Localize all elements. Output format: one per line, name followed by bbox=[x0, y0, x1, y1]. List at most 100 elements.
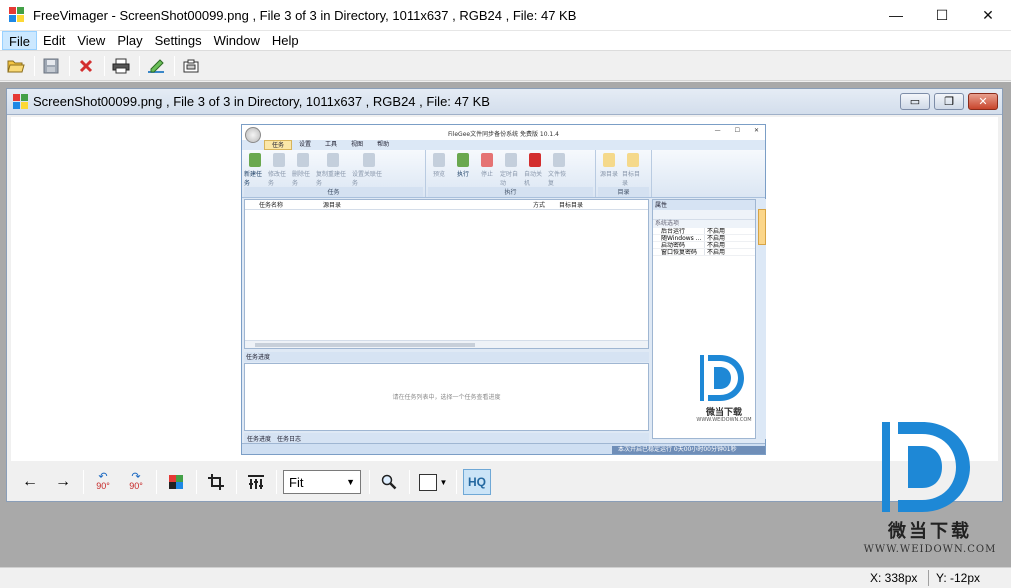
toolbar-separator bbox=[69, 56, 70, 76]
shot-ribbon-item: 预览 bbox=[428, 153, 450, 187]
child-window-title: ScreenShot00099.png , File 3 of 3 in Dir… bbox=[33, 94, 490, 109]
shot-tab: 视图 bbox=[351, 141, 364, 148]
shot-tab: 工具 bbox=[325, 141, 338, 148]
window-title: FreeVimager - ScreenShot00099.png , File… bbox=[33, 7, 577, 23]
close-button[interactable]: ✕ bbox=[965, 0, 1011, 31]
cursor-x-readout: X: 338px bbox=[870, 571, 918, 585]
shot-ribbon-item: 停止 bbox=[476, 153, 498, 187]
menu-window[interactable]: Window bbox=[208, 31, 266, 50]
shot-ribbon-item: 目标目录 bbox=[622, 153, 644, 187]
shot-ribbon: 新建任务 修改任务 删除任务 复制重建任务 设置关联任务 任务 预览 执行 停止 bbox=[242, 150, 765, 198]
color-adjust-icon[interactable] bbox=[163, 469, 189, 495]
rotate-ccw-button[interactable]: ↶ 90° bbox=[90, 469, 116, 495]
image-canvas[interactable]: FileGee文件同步备份系统 免费版 10.1.4 — ☐ ✕ 任务 设置 工具 … bbox=[11, 117, 998, 461]
shot-bottom-tab: 任务进度 bbox=[247, 436, 272, 443]
next-image-button[interactable]: → bbox=[50, 469, 76, 495]
toolbar-separator bbox=[196, 470, 197, 494]
zoom-value: Fit bbox=[289, 474, 304, 490]
child-app-icon bbox=[13, 93, 29, 110]
levels-icon[interactable] bbox=[243, 469, 269, 495]
displayed-image: FileGee文件同步备份系统 免费版 10.1.4 — ☐ ✕ 任务 设置 工具 … bbox=[241, 124, 766, 455]
shot-ribbon-item: 自动关机 bbox=[524, 153, 546, 187]
menu-bar: File Edit View Play Settings Window Help bbox=[0, 31, 1011, 51]
shot-props-row: 启动密码 不启用 bbox=[653, 242, 755, 249]
menu-settings[interactable]: Settings bbox=[149, 31, 208, 50]
watermark-name: 微当下载 bbox=[888, 521, 972, 542]
menu-play[interactable]: Play bbox=[111, 31, 148, 50]
rotate-ccw-label: 90° bbox=[96, 481, 110, 491]
print-icon[interactable] bbox=[109, 55, 133, 77]
shot-group-label: 执行 bbox=[428, 187, 593, 197]
hq-toggle[interactable]: HQ bbox=[463, 469, 491, 495]
shot-props-title: 属性 bbox=[653, 200, 755, 210]
child-restore-button[interactable]: ❐ bbox=[934, 93, 964, 110]
edit-icon[interactable] bbox=[144, 55, 168, 77]
chevron-down-icon: ▼ bbox=[439, 477, 448, 487]
shot-title-bar: FileGee文件同步备份系统 免费版 10.1.4 — ☐ ✕ bbox=[242, 125, 765, 143]
shot-status-bar: 本次开启已稳定运行 0天00小时00分钟01秒 bbox=[242, 443, 765, 454]
shot-status-text: 本次开启已稳定运行 0天00小时00分钟01秒 bbox=[612, 446, 765, 454]
menu-edit[interactable]: Edit bbox=[37, 31, 71, 50]
chevron-down-icon: ▼ bbox=[346, 477, 355, 487]
menu-help[interactable]: Help bbox=[266, 31, 305, 50]
toolbar-separator bbox=[139, 56, 140, 76]
shot-ribbon-tabs: 任务 设置 工具 视图 帮助 bbox=[242, 140, 765, 150]
shot-props-category: 系统选项 bbox=[653, 220, 755, 228]
maximize-button[interactable]: ☐ bbox=[919, 0, 965, 31]
shot-tab: 任务 bbox=[264, 140, 293, 150]
toolbar-separator bbox=[174, 56, 175, 76]
shot-props-row: 随Windows ... 不启用 bbox=[653, 235, 755, 242]
rotate-cw-button[interactable]: ↷ 90° bbox=[123, 469, 149, 495]
save-icon[interactable] bbox=[39, 55, 63, 77]
zoom-select[interactable]: Fit ▼ bbox=[283, 470, 361, 494]
child-close-button[interactable]: ✕ bbox=[968, 93, 998, 110]
toolbar-separator bbox=[34, 56, 35, 76]
delete-icon[interactable] bbox=[74, 55, 98, 77]
capture-icon[interactable] bbox=[179, 55, 203, 77]
background-color-button[interactable]: ▼ bbox=[416, 469, 450, 495]
shot-props-row: 窗口恢复密码 不启用 bbox=[653, 249, 755, 256]
shot-bottom-tab: 任务日志 bbox=[277, 436, 302, 443]
shot-progress-panel: 请在任务列表中，选择一个任务查看进度 bbox=[244, 363, 649, 431]
shot-horizontal-scrollbar bbox=[245, 340, 648, 348]
shot-title: FileGee文件同步备份系统 免费版 10.1.4 bbox=[448, 131, 559, 138]
previous-image-button[interactable]: ← bbox=[17, 469, 43, 495]
toolbar-separator bbox=[83, 470, 84, 494]
menu-file[interactable]: File bbox=[2, 31, 37, 50]
color-swatch bbox=[418, 473, 437, 491]
toolbar-separator bbox=[369, 470, 370, 494]
shot-progress-title: 任务进度 bbox=[244, 352, 649, 362]
shot-ribbon-item: 复制重建任务 bbox=[316, 153, 350, 187]
toolbar-separator bbox=[104, 56, 105, 76]
zoom-icon[interactable] bbox=[376, 469, 402, 495]
child-title-bar: ScreenShot00099.png , File 3 of 3 in Dir… bbox=[7, 89, 1002, 115]
shot-side-tab bbox=[758, 199, 766, 439]
main-toolbar bbox=[0, 52, 1011, 81]
open-folder-icon[interactable] bbox=[4, 55, 28, 77]
image-child-window: ScreenShot00099.png , File 3 of 3 in Dir… bbox=[6, 88, 1003, 502]
weidown-logo-icon bbox=[882, 422, 970, 512]
shot-ribbon-item: 执行 bbox=[452, 153, 474, 187]
toolbar-separator bbox=[276, 470, 277, 494]
shot-list-header: 任务名称 源目录 方式 目标目录 bbox=[245, 200, 648, 210]
crop-icon[interactable] bbox=[203, 469, 229, 495]
menu-view[interactable]: View bbox=[71, 31, 111, 50]
shot-watermark: 微当下载 WWW.WEIDOWN.COM bbox=[694, 351, 754, 431]
toolbar-separator bbox=[236, 470, 237, 494]
shot-group-dir: 源目录 目标目录 目录 bbox=[596, 150, 652, 197]
shot-props-row: 后台运行 不启用 bbox=[653, 228, 755, 235]
title-bar: FreeVimager - ScreenShot00099.png , File… bbox=[0, 0, 1011, 31]
shot-group-run: 预览 执行 停止 定时自动 自动关机 文件恢复 执行 bbox=[426, 150, 596, 197]
toolbar-separator bbox=[156, 470, 157, 494]
image-toolbar: ← → ↶ 90° ↷ 90° Fit ▼ ▼ HQ bbox=[11, 465, 998, 499]
shot-tab: 设置 bbox=[299, 141, 312, 148]
shot-group-label: 目录 bbox=[598, 187, 649, 197]
shot-task-list: 任务名称 源目录 方式 目标目录 bbox=[244, 199, 649, 349]
shot-props-toolbar bbox=[653, 210, 755, 220]
minimize-button[interactable]: — bbox=[873, 0, 919, 31]
rotate-cw-label: 90° bbox=[129, 481, 143, 491]
weidown-watermark: 微当下载 WWW.WEIDOWN.COM bbox=[860, 420, 1000, 560]
cursor-y-readout: Y: -12px bbox=[936, 571, 981, 585]
child-minimize-button[interactable]: ▭ bbox=[900, 93, 930, 110]
shot-watermark-logo-icon bbox=[700, 355, 744, 401]
